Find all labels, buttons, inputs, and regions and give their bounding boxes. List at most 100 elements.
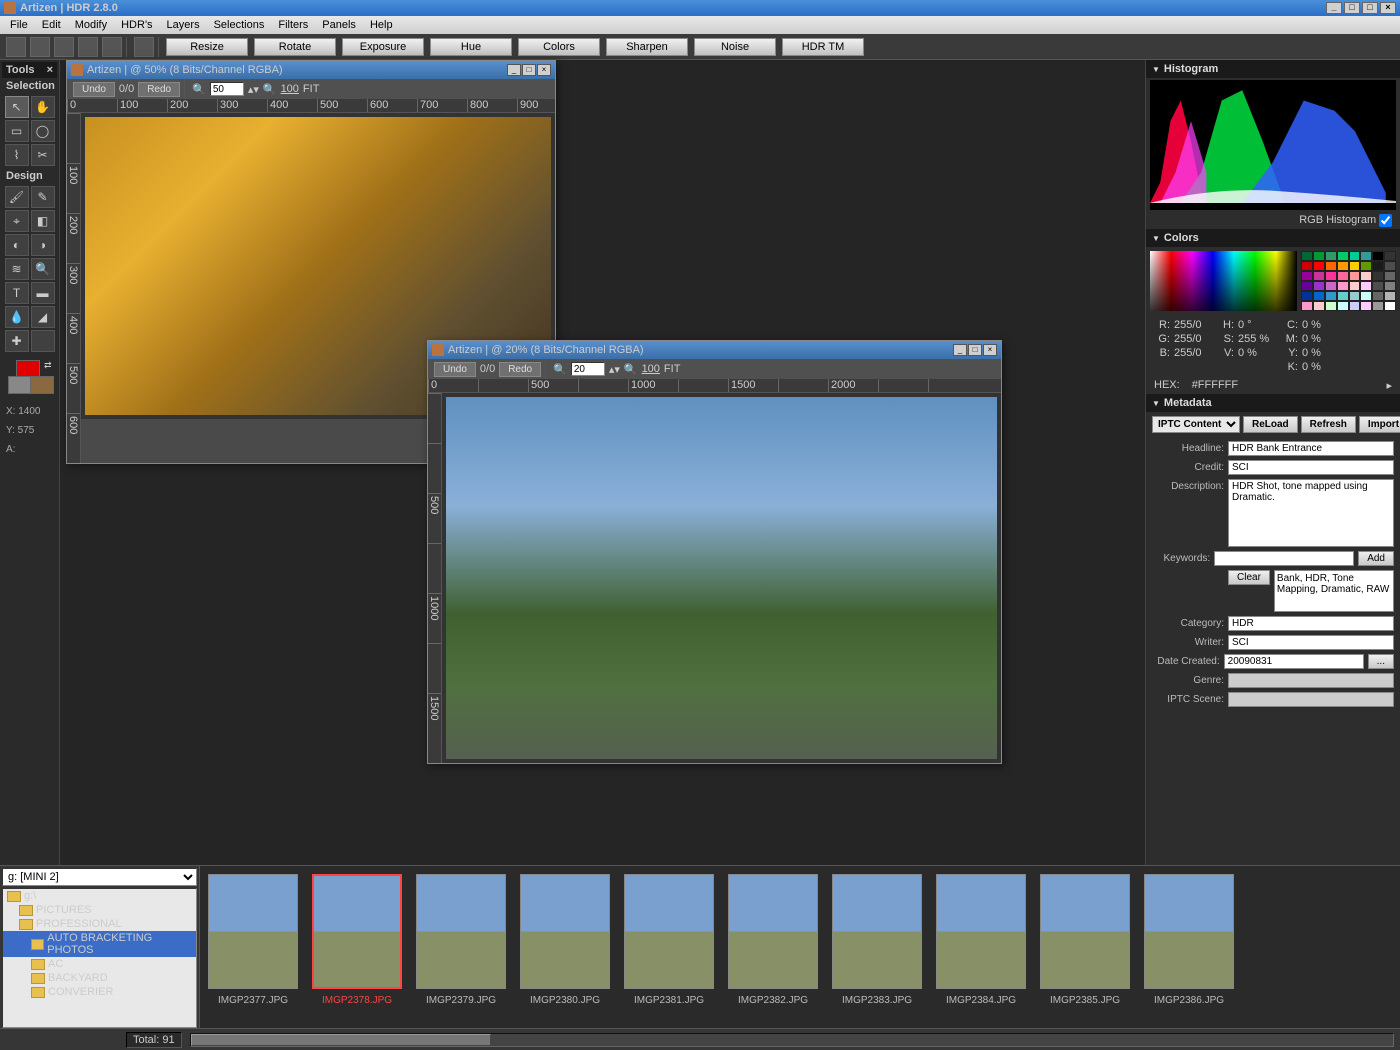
swatch[interactable] bbox=[1301, 281, 1313, 291]
colors-button[interactable]: Colors bbox=[518, 38, 600, 56]
sharpen-button[interactable]: Sharpen bbox=[606, 38, 688, 56]
hdr-tm-button[interactable]: HDR TM bbox=[782, 38, 864, 56]
swatch[interactable] bbox=[1349, 271, 1361, 281]
open-icon[interactable] bbox=[30, 37, 50, 57]
thumbnail[interactable]: IMGP2385.JPG bbox=[1040, 874, 1130, 1006]
thumbnail[interactable]: IMGP2382.JPG bbox=[728, 874, 818, 1006]
doc2-max-button[interactable]: □ bbox=[968, 344, 982, 356]
tree-item[interactable]: g:\ bbox=[3, 889, 196, 903]
ellipse-select-tool[interactable]: ◯ bbox=[31, 120, 55, 142]
add-keyword-button[interactable]: Add bbox=[1358, 551, 1394, 566]
thumbnail[interactable]: IMGP2383.JPG bbox=[832, 874, 922, 1006]
lasso-tool[interactable]: ⌇ bbox=[5, 144, 29, 166]
eyedrop-tool[interactable]: 💧 bbox=[5, 306, 29, 328]
crop-tool[interactable]: ✂ bbox=[31, 144, 55, 166]
rect-select-tool[interactable]: ▭ bbox=[5, 120, 29, 142]
panel-close-icon[interactable]: × bbox=[47, 64, 53, 76]
menu-filters[interactable]: Filters bbox=[272, 18, 314, 32]
swatch[interactable] bbox=[1313, 251, 1325, 261]
move-tool[interactable]: ↖ bbox=[5, 96, 29, 118]
document-window-2[interactable]: Artizen | @ 20% (8 Bits/Channel RGBA) _□… bbox=[427, 340, 1002, 764]
swatch[interactable] bbox=[1313, 281, 1325, 291]
tree-item[interactable]: AUTO BRACKETING PHOTOS bbox=[3, 931, 196, 957]
swatch[interactable] bbox=[1360, 301, 1372, 311]
swatch[interactable] bbox=[1301, 301, 1313, 311]
menu-panels[interactable]: Panels bbox=[316, 18, 362, 32]
swatch[interactable] bbox=[1337, 261, 1349, 271]
swatch[interactable] bbox=[1349, 281, 1361, 291]
swatch[interactable] bbox=[1301, 291, 1313, 301]
undo-button[interactable]: Undo bbox=[73, 82, 115, 97]
restore-button[interactable]: □ bbox=[1344, 2, 1360, 14]
thumbnail[interactable]: IMGP2378.JPG bbox=[312, 874, 402, 1006]
zoom-spinner[interactable]: ▴▾ bbox=[609, 363, 620, 376]
swatch[interactable] bbox=[1372, 271, 1384, 281]
color-swatches[interactable] bbox=[1301, 251, 1396, 311]
tree-item[interactable]: PROFESSIONAL bbox=[3, 917, 196, 931]
swatch[interactable] bbox=[1384, 301, 1396, 311]
zoom-input[interactable] bbox=[571, 362, 605, 376]
swatch[interactable] bbox=[1372, 261, 1384, 271]
histogram-checkbox[interactable] bbox=[1379, 214, 1392, 227]
doc1-close-button[interactable]: × bbox=[537, 64, 551, 76]
noise-button[interactable]: Noise bbox=[694, 38, 776, 56]
scene-input[interactable] bbox=[1228, 692, 1394, 707]
thumbnail[interactable]: IMGP2377.JPG bbox=[208, 874, 298, 1006]
menu-file[interactable]: File bbox=[4, 18, 34, 32]
horizontal-scrollbar[interactable] bbox=[190, 1033, 1394, 1047]
smudge-tool[interactable]: ≋ bbox=[5, 258, 29, 280]
save-icon[interactable] bbox=[54, 37, 74, 57]
heal-tool[interactable]: ✚ bbox=[5, 330, 29, 352]
text-tool[interactable]: T bbox=[5, 282, 29, 304]
swatch[interactable] bbox=[1325, 271, 1337, 281]
menu-hdr's[interactable]: HDR's bbox=[115, 18, 158, 32]
swatch[interactable] bbox=[1349, 301, 1361, 311]
swatch[interactable] bbox=[1360, 271, 1372, 281]
zoom-in-icon[interactable]: 🔍 bbox=[263, 83, 277, 96]
zoom-spinner[interactable]: ▴▾ bbox=[248, 83, 259, 96]
swatch[interactable] bbox=[1384, 291, 1396, 301]
minimize-button[interactable]: _ bbox=[1326, 2, 1342, 14]
menu-edit[interactable]: Edit bbox=[36, 18, 67, 32]
close-button[interactable]: × bbox=[1380, 2, 1396, 14]
zoom-out-icon[interactable]: 🔍 bbox=[553, 363, 567, 376]
thumbnail[interactable]: IMGP2384.JPG bbox=[936, 874, 1026, 1006]
new-icon[interactable] bbox=[6, 37, 26, 57]
zoom-tool[interactable]: 🔍 bbox=[31, 258, 55, 280]
redo-button[interactable]: Redo bbox=[138, 82, 180, 97]
hue-button[interactable]: Hue bbox=[430, 38, 512, 56]
brush-tool[interactable]: 🖌 bbox=[5, 186, 29, 208]
menu-modify[interactable]: Modify bbox=[69, 18, 113, 32]
color-picker[interactable] bbox=[1150, 251, 1297, 311]
swatch[interactable] bbox=[1372, 301, 1384, 311]
swap-colors-icon[interactable]: ⇄ bbox=[44, 360, 52, 371]
swatch[interactable] bbox=[1384, 251, 1396, 261]
description-input[interactable] bbox=[1228, 479, 1394, 547]
swatch[interactable] bbox=[1325, 281, 1337, 291]
swatch[interactable] bbox=[1360, 261, 1372, 271]
swatch[interactable] bbox=[1349, 261, 1361, 271]
reload-button[interactable]: ReLoad bbox=[1243, 416, 1298, 433]
swatch[interactable] bbox=[1325, 291, 1337, 301]
swatch[interactable] bbox=[1313, 291, 1325, 301]
gradient-tool[interactable]: ◢ bbox=[31, 306, 55, 328]
swatch[interactable] bbox=[1360, 291, 1372, 301]
swatch[interactable] bbox=[1301, 261, 1313, 271]
swatch[interactable] bbox=[1313, 261, 1325, 271]
tree-item[interactable]: BACKYARD bbox=[3, 971, 196, 985]
undo-button[interactable]: Undo bbox=[434, 362, 476, 377]
clear-keywords-button[interactable]: Clear bbox=[1228, 570, 1270, 585]
swatch[interactable] bbox=[1349, 291, 1361, 301]
pencil-tool[interactable]: ✎ bbox=[31, 186, 55, 208]
swatch[interactable] bbox=[1372, 251, 1384, 261]
swatch[interactable] bbox=[1360, 281, 1372, 291]
swatch[interactable] bbox=[1301, 271, 1313, 281]
rotate-button[interactable]: Rotate bbox=[254, 38, 336, 56]
refresh-button[interactable]: Refresh bbox=[1301, 416, 1356, 433]
swatch[interactable] bbox=[1349, 251, 1361, 261]
swatch[interactable] bbox=[1301, 251, 1313, 261]
zoom-input[interactable] bbox=[210, 82, 244, 96]
eraser-tool[interactable]: ◧ bbox=[31, 210, 55, 232]
histogram-header[interactable]: Histogram bbox=[1146, 60, 1400, 78]
menu-help[interactable]: Help bbox=[364, 18, 399, 32]
